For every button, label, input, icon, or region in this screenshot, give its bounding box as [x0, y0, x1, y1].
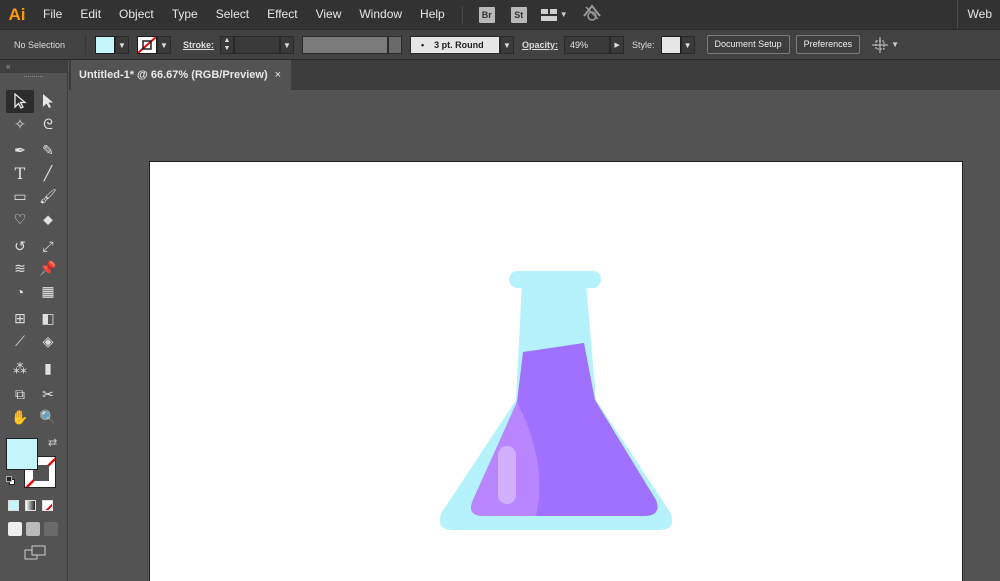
- opacity-label[interactable]: Opacity:: [514, 40, 564, 50]
- app-logo: Ai: [8, 4, 26, 24]
- tools-panel: « ✧ ᘓ ✒ ✎ T ╱ ▭ 🖌 ♡ ⬥ ↺ ⤢ ≋ 📌 ◔ ▦ ⊞ ◧ ⟋: [0, 60, 68, 581]
- eyedropper-tool[interactable]: ⟋: [6, 330, 34, 353]
- fill-swatch[interactable]: [95, 35, 115, 54]
- type-tool[interactable]: T: [6, 162, 34, 185]
- canvas-area[interactable]: [69, 90, 1000, 581]
- chevron-down-icon: ▼: [559, 10, 568, 19]
- width-tool[interactable]: ≋: [6, 258, 34, 281]
- document-setup-button[interactable]: Document Setup: [706, 35, 790, 54]
- document-tab-bar: Untitled-1* @ 66.67% (RGB/Preview) ×: [69, 60, 1000, 90]
- stroke-weight-input[interactable]: [234, 35, 281, 54]
- chevron-down-icon: ▼: [891, 40, 900, 49]
- draw-inside-button[interactable]: [44, 522, 58, 536]
- style-dropdown[interactable]: ▼: [680, 35, 695, 54]
- brush-label: 3 pt. Round: [434, 39, 484, 50]
- stroke-swatch[interactable]: [137, 35, 157, 54]
- opacity-dropdown[interactable]: ▶: [610, 35, 625, 54]
- symbol-sprayer-tool[interactable]: ⁂: [6, 357, 34, 380]
- direct-selection-tool[interactable]: [34, 90, 62, 113]
- flask-rim[interactable]: [509, 271, 601, 288]
- selection-status: No Selection: [14, 39, 66, 50]
- stroke-weight-dropdown[interactable]: ▼: [280, 35, 295, 54]
- opacity-input[interactable]: 49%: [564, 35, 611, 54]
- stroke-dropdown[interactable]: ▼: [157, 35, 171, 54]
- fill-color-box[interactable]: [6, 438, 38, 470]
- draw-normal-button[interactable]: [8, 522, 22, 536]
- bridge-button[interactable]: Br: [478, 6, 495, 23]
- document-tab-title: Untitled-1* @ 66.67% (RGB/Preview): [79, 69, 268, 81]
- zoom-tool[interactable]: 🔍: [34, 406, 62, 429]
- paintbrush-tool[interactable]: 🖌: [34, 185, 62, 208]
- menu-type[interactable]: Type: [163, 0, 207, 29]
- color-mode-row: [8, 500, 53, 511]
- divider: [85, 34, 86, 55]
- fill-stroke-widget: ⇄: [6, 436, 60, 492]
- swap-fill-stroke-icon[interactable]: ⇄: [48, 436, 57, 449]
- perspective-grid-tool[interactable]: ▦: [34, 280, 62, 303]
- menu-help[interactable]: Help: [411, 0, 454, 29]
- rotate-tool[interactable]: ↺: [6, 235, 34, 258]
- blend-tool[interactable]: ◈: [34, 330, 62, 353]
- glass-reflection: [498, 446, 516, 504]
- menu-file[interactable]: File: [34, 0, 71, 29]
- draw-behind-button[interactable]: [26, 522, 40, 536]
- graphic-style-swatch[interactable]: [660, 35, 681, 54]
- stock-button[interactable]: St: [510, 6, 527, 23]
- curvature-tool[interactable]: ✎: [34, 140, 62, 163]
- control-bar: No Selection ▼ ▼ Stroke: ▲ ▼ ▼ • 3 pt. Rou…: [0, 29, 1000, 60]
- brush-definition[interactable]: • 3 pt. Round: [410, 35, 501, 54]
- menu-bar: Ai File Edit Object Type Select Effect V…: [0, 0, 1000, 29]
- artboard[interactable]: [149, 161, 963, 581]
- line-segment-tool[interactable]: ╱: [34, 162, 62, 185]
- magic-wand-tool[interactable]: ✧: [6, 113, 34, 136]
- none-mode-button[interactable]: [42, 500, 53, 511]
- variable-width-profile[interactable]: [302, 35, 389, 54]
- document-tab[interactable]: Untitled-1* @ 66.67% (RGB/Preview) ×: [71, 60, 291, 90]
- arrange-documents-icon[interactable]: ▼: [540, 8, 568, 21]
- brush-dropdown[interactable]: ▼: [500, 35, 515, 54]
- preferences-button[interactable]: Preferences: [795, 35, 861, 54]
- menu-select[interactable]: Select: [207, 0, 258, 29]
- draw-mode-row: [8, 522, 58, 536]
- rectangle-tool[interactable]: ▭: [6, 185, 34, 208]
- artboard-tool[interactable]: ⧉: [6, 384, 34, 407]
- menu-edit[interactable]: Edit: [71, 0, 110, 29]
- menu-window[interactable]: Window: [350, 0, 411, 29]
- menu-divider: [461, 5, 463, 24]
- brush-dot-icon: •: [421, 39, 425, 50]
- panel-grip[interactable]: [24, 76, 43, 81]
- illustrator-window: Ai File Edit Object Type Select Effect V…: [0, 0, 1000, 581]
- screen-mode-icon[interactable]: [24, 545, 46, 566]
- shape-builder-tool[interactable]: ◔: [6, 280, 34, 303]
- column-graph-tool[interactable]: ▮: [34, 357, 62, 380]
- mesh-tool[interactable]: ⊞: [6, 307, 34, 330]
- color-mode-button[interactable]: [8, 500, 19, 511]
- scale-tool[interactable]: ⤢: [34, 235, 62, 258]
- profile-dropdown: [388, 35, 403, 54]
- close-icon[interactable]: ×: [275, 60, 281, 90]
- default-colors-icon[interactable]: [6, 476, 16, 486]
- gradient-tool[interactable]: ◧: [34, 307, 62, 330]
- panel-collapse-handle[interactable]: «: [0, 60, 67, 73]
- flask-illustration[interactable]: [150, 162, 964, 581]
- gradient-mode-button[interactable]: [25, 500, 36, 511]
- selection-tool[interactable]: [6, 90, 34, 113]
- gpu-performance-icon[interactable]: [582, 4, 602, 25]
- menu-view[interactable]: View: [307, 0, 351, 29]
- eraser-tool[interactable]: ⬥: [34, 208, 62, 231]
- shaper-tool[interactable]: ♡: [6, 208, 34, 231]
- slice-tool[interactable]: ✂: [34, 384, 62, 407]
- lasso-tool[interactable]: ᘓ: [34, 113, 62, 136]
- puppet-warp-tool[interactable]: 📌: [34, 258, 62, 281]
- stroke-weight-stepper[interactable]: ▲ ▼: [220, 35, 235, 54]
- menu-object[interactable]: Object: [110, 0, 163, 29]
- pen-tool[interactable]: ✒: [6, 140, 34, 163]
- menu-effect[interactable]: Effect: [258, 0, 306, 29]
- fill-dropdown[interactable]: ▼: [115, 35, 129, 54]
- workspace-switcher[interactable]: Web: [956, 0, 992, 29]
- style-label: Style:: [632, 39, 655, 50]
- arrange-icon[interactable]: ▼: [872, 36, 900, 53]
- stroke-label: Stroke:: [183, 39, 215, 50]
- hand-tool[interactable]: ✋: [6, 406, 34, 429]
